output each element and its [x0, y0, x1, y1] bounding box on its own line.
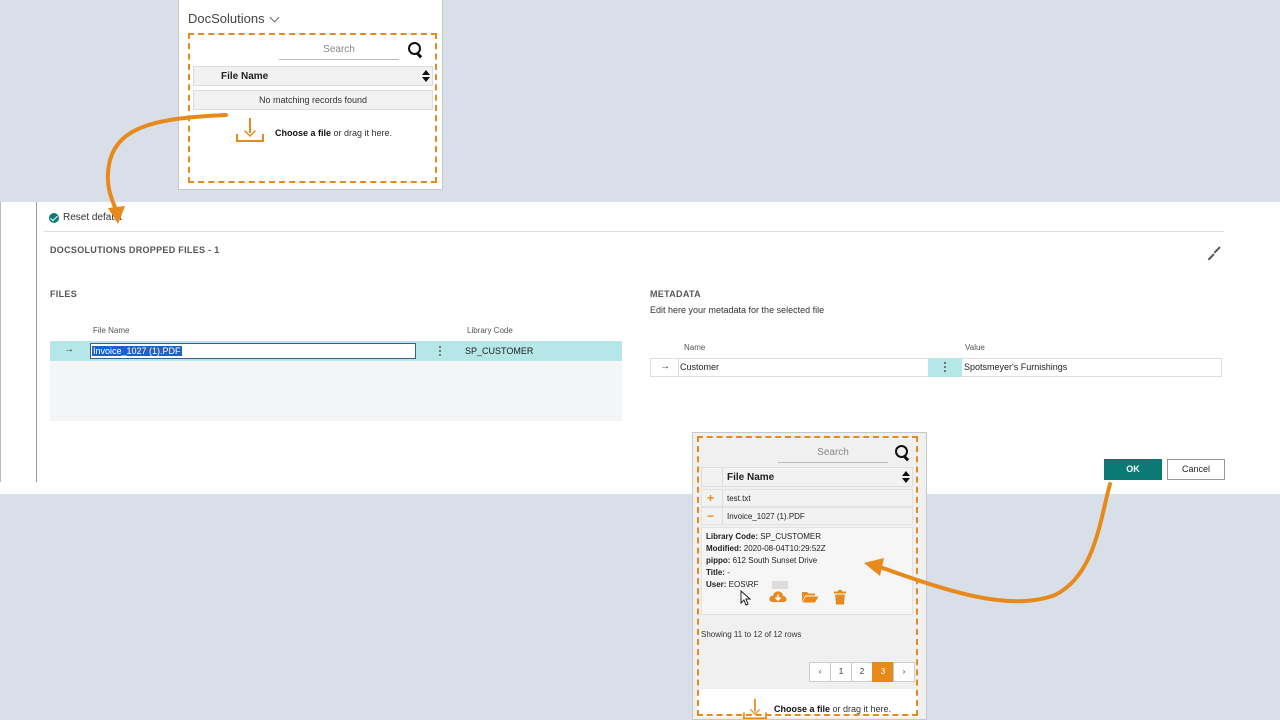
divider — [44, 231, 1224, 232]
cell-divider — [678, 359, 679, 376]
docsolutions-panel-bottom: Search File Name + test.txt − Invoice_10… — [692, 432, 927, 720]
check-circle-icon — [49, 212, 59, 223]
main-page: Reset default DOCSOLUTIONS DROPPED FILES… — [0, 202, 1280, 494]
chevron-down-icon — [269, 12, 280, 22]
library-code-cell[interactable]: SP_CUSTOMER — [465, 346, 533, 356]
file-name-selected-text: Invoice_1027 (1).PDF — [92, 346, 182, 356]
search-icon[interactable] — [407, 41, 425, 59]
choose-file-link[interactable]: Choose a file — [275, 128, 331, 138]
files-caption: FILES — [50, 289, 78, 299]
arrow-right-icon: → — [64, 344, 74, 355]
file-name-field[interactable]: Invoice_1027 (1).PDF — [90, 343, 416, 359]
metadata-subtitle: Edit here your metadata for the selected… — [650, 305, 825, 315]
drop-zone[interactable] — [697, 436, 918, 716]
search-bar: Search — [279, 40, 425, 60]
arrow-right-icon: → — [660, 361, 670, 372]
collapse-icon[interactable] — [1206, 245, 1222, 261]
metadata-caption: METADATA — [650, 289, 701, 299]
value-column-header[interactable]: Value — [965, 343, 985, 352]
cancel-button[interactable]: Cancel — [1167, 459, 1225, 480]
empty-message: No matching records found — [193, 90, 433, 110]
docsolutions-title[interactable]: DocSolutions — [188, 11, 280, 26]
download-tray-icon — [236, 118, 264, 142]
reset-default-action[interactable]: Reset default — [49, 212, 122, 223]
file-name-column-header[interactable]: File Name — [193, 66, 433, 86]
docsolutions-panel-top: DocSolutions Search File Name No matchin… — [178, 0, 443, 190]
more-vertical-icon[interactable] — [943, 362, 947, 374]
docsolutions-title-label: DocSolutions — [188, 11, 265, 26]
ok-button[interactable]: OK — [1104, 459, 1162, 480]
left-rule-divider — [36, 202, 37, 482]
drop-hint-rest: or drag it here. — [331, 128, 393, 138]
more-vertical-icon[interactable] — [438, 346, 442, 358]
page-title: DOCSOLUTIONS DROPPED FILES - 1 — [50, 245, 220, 255]
file-name-header-label: File Name — [221, 70, 269, 82]
search-input[interactable]: Search — [279, 40, 399, 60]
library-code-column-header[interactable]: Library Code — [467, 326, 513, 335]
row-actions-cell[interactable] — [928, 358, 962, 377]
name-column-header[interactable]: Name — [684, 343, 705, 352]
reset-default-label: Reset default — [63, 212, 122, 223]
left-edge-divider — [0, 202, 1, 482]
file-name-column-header[interactable]: File Name — [93, 326, 129, 335]
drop-hint[interactable]: Choose a file or drag it here. — [275, 128, 392, 138]
metadata-value-cell[interactable]: Spotsmeyer's Furnishings — [964, 362, 1067, 372]
metadata-name-cell[interactable]: Customer — [680, 362, 719, 372]
table-row[interactable]: → Customer Spotsmeyer's Furnishings — [650, 358, 1222, 377]
